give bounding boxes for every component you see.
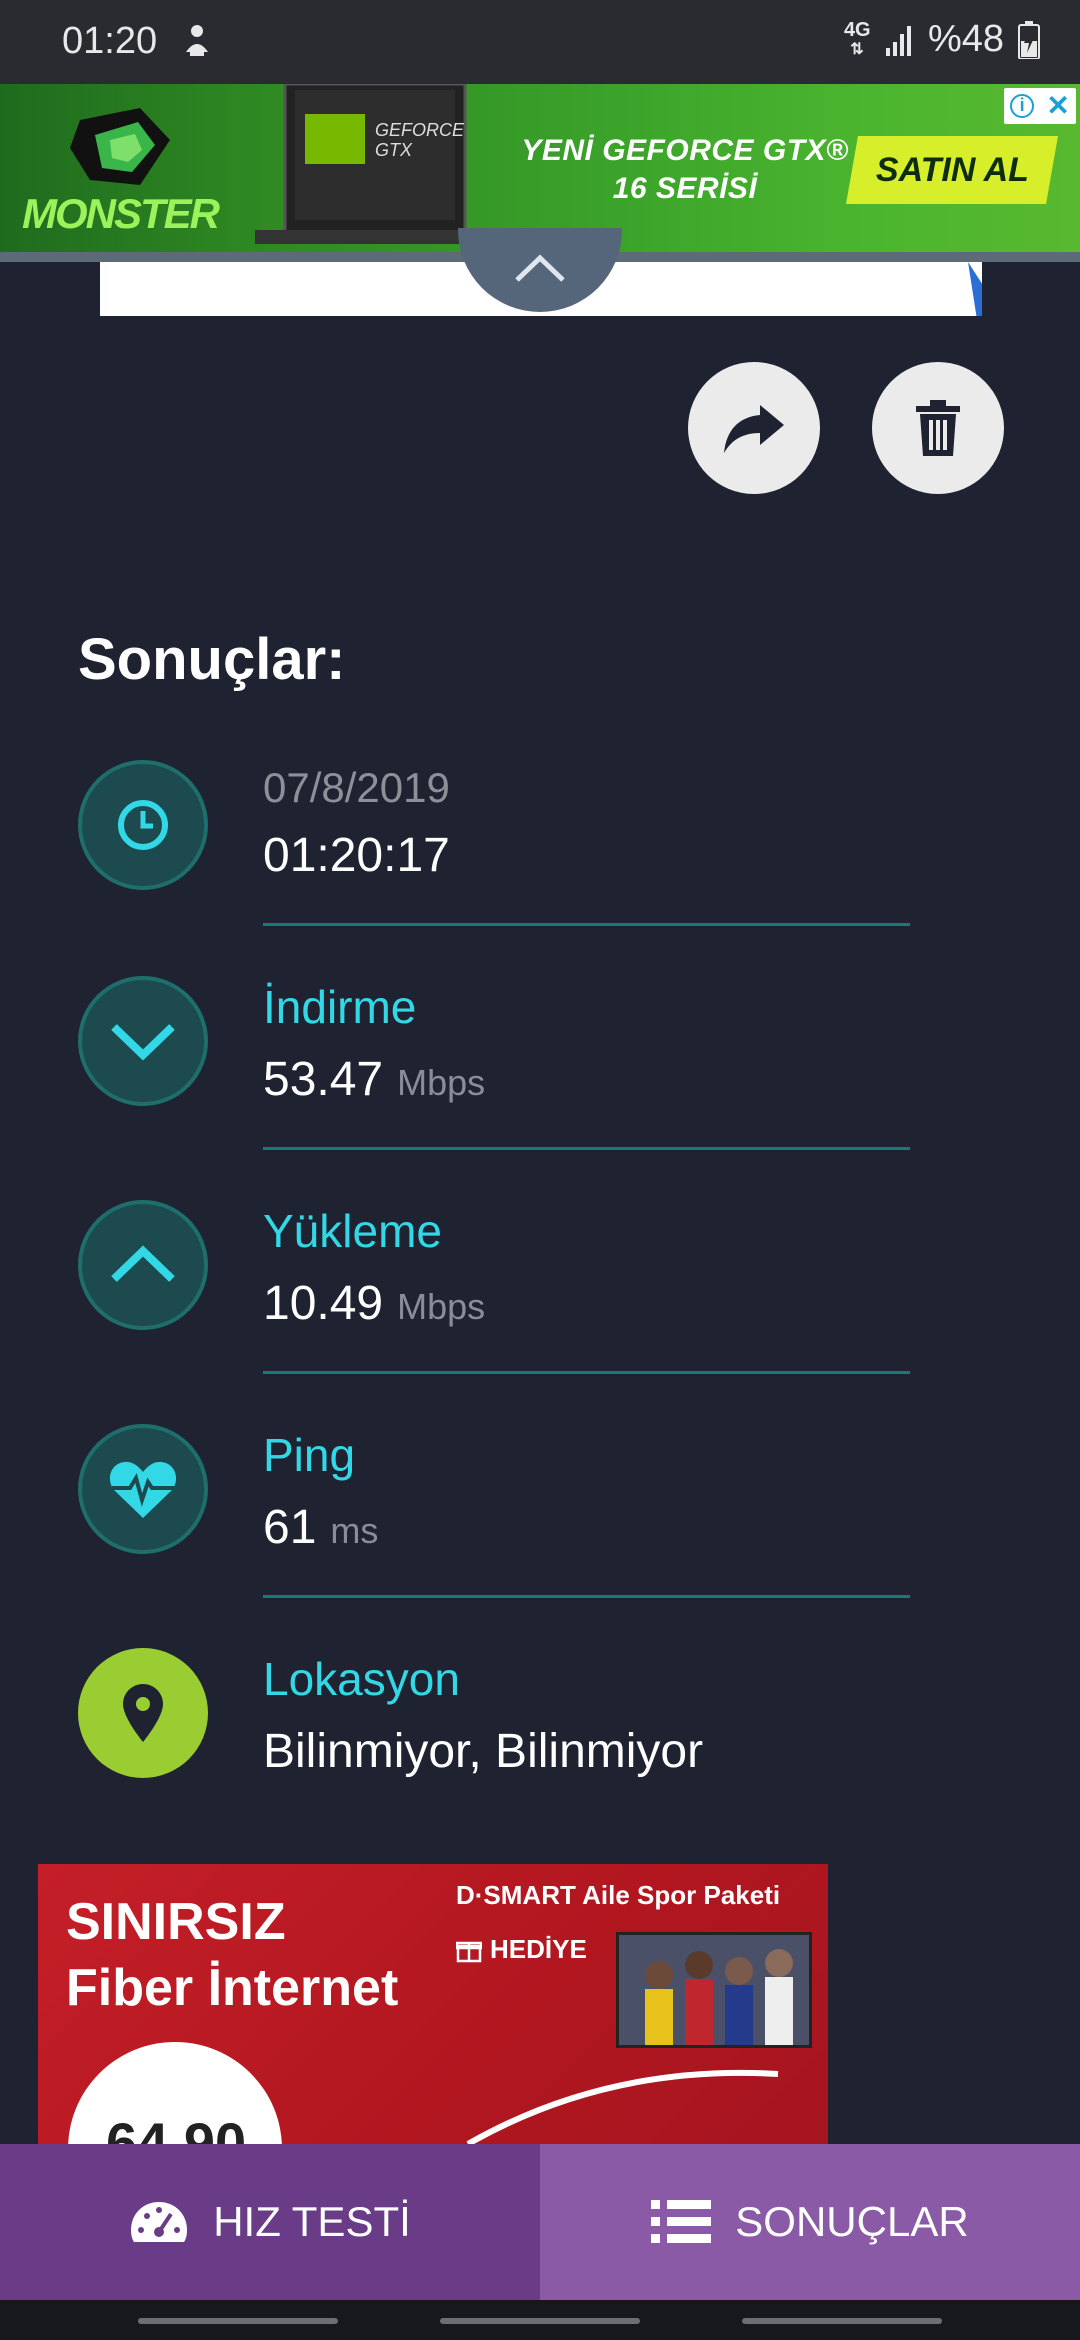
nav-results[interactable]: SONUÇLAR	[540, 2144, 1080, 2300]
result-time: 01:20:17	[263, 829, 450, 882]
download-label: İndirme	[263, 981, 417, 1033]
ad-price: 64,90	[106, 2111, 247, 2144]
info-icon[interactable]: i	[1010, 94, 1035, 118]
network-type: 4G ⇅	[843, 18, 871, 58]
status-bar: 01:20 4G ⇅ %48	[0, 0, 1080, 84]
ad-buy-button[interactable]: SATIN AL	[846, 136, 1058, 204]
nav-speed-test-label: HIZ TESTİ	[213, 2198, 411, 2245]
gift-icon	[456, 1941, 482, 1962]
recents-button[interactable]	[138, 2318, 338, 2324]
bottom-ad-banner[interactable]: SINIRSIZ Fiber İnternet D·SMART Aile Spo…	[38, 1864, 828, 2144]
ad-swoosh	[466, 2069, 779, 2144]
ad-headline: YENİ GEFORCE GTX® 16 SERİSİ	[521, 134, 849, 205]
close-icon[interactable]: ✕	[1046, 92, 1069, 120]
tv-image	[616, 1932, 812, 2048]
ad-brand: D·SMART Aile Spor Paketi	[456, 1880, 781, 1910]
home-button[interactable]	[440, 2318, 640, 2324]
signal-icon	[885, 25, 911, 56]
result-date: 07/8/2019	[263, 764, 450, 811]
speedometer-icon	[131, 2202, 188, 2242]
bottom-nav: HIZ TESTİ SONUÇLAR	[0, 2144, 1080, 2300]
battery-charging-icon	[1018, 20, 1040, 59]
ad-choices[interactable]: i ✕	[1004, 88, 1076, 124]
download-icon	[78, 976, 208, 1106]
upload-label: Yükleme	[263, 1205, 442, 1257]
notification-icon	[186, 25, 208, 56]
upload-icon	[78, 1200, 208, 1330]
share-icon	[724, 405, 784, 453]
status-right: 4G ⇅ %48	[844, 18, 1040, 61]
upload-value: 10.49 Mbps	[263, 1277, 486, 1330]
ad-title-line2: Fiber İnternet	[66, 1959, 399, 2017]
ping-label: Ping	[263, 1429, 356, 1481]
svg-text:GTX: GTX	[375, 140, 413, 160]
location-label: Lokasyon	[263, 1653, 460, 1705]
svg-text:MONSTER: MONSTER	[22, 190, 221, 237]
laptop-image: GEFORCE GTX	[255, 84, 495, 244]
location-pin-icon	[78, 1648, 208, 1778]
divider	[263, 1595, 910, 1598]
list-icon	[651, 2200, 712, 2243]
top-ad-banner[interactable]: MONSTER GEFORCE GTX YENİ GEFORCE GTX® 16…	[0, 84, 1080, 252]
nav-speed-test[interactable]: HIZ TESTİ	[0, 2144, 540, 2300]
battery-percent: %48	[927, 18, 1004, 60]
status-time: 01:20	[62, 20, 158, 62]
back-button[interactable]	[742, 2318, 942, 2324]
heartbeat-icon	[78, 1424, 208, 1554]
clock-icon	[78, 760, 208, 890]
trash-icon	[916, 400, 960, 456]
delete-button[interactable]	[872, 362, 1004, 494]
ad-gift: HEDİYE	[456, 1934, 587, 1965]
system-nav-bar	[0, 2300, 1080, 2340]
ping-value: 61 ms	[263, 1501, 379, 1554]
ad-title-line1: SINIRSIZ	[66, 1893, 286, 1951]
chevron-up-icon	[515, 254, 565, 282]
results-title: Sonuçlar:	[78, 627, 346, 692]
share-button[interactable]	[688, 362, 820, 494]
monster-logo: MONSTER	[22, 108, 223, 237]
divider	[263, 1371, 910, 1374]
divider	[263, 1147, 910, 1150]
location-value: Bilinmiyor, Bilinmiyor	[263, 1725, 704, 1778]
divider	[263, 923, 910, 926]
nav-results-label: SONUÇLAR	[735, 2198, 969, 2245]
svg-text:GEFORCE: GEFORCE	[375, 120, 465, 140]
download-value: 53.47 Mbps	[263, 1053, 486, 1106]
